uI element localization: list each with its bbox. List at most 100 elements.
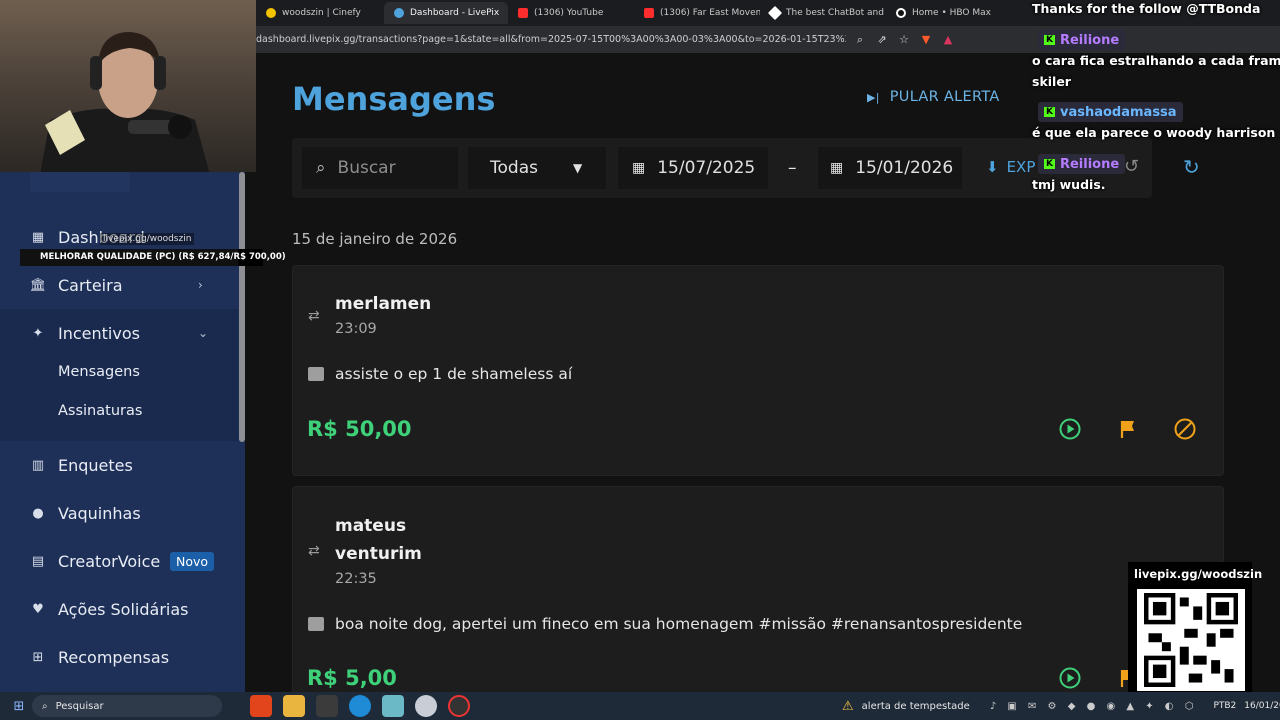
chat-follow-alert: Thanks for the follow @TTBonda [1032,1,1261,16]
livepix-qr-overlay: livepix.gg/woodszin [1128,562,1262,694]
sidebar-item-label: Recompensas [58,647,170,667]
bookmark-icon[interactable]: ☆ [896,32,912,48]
kick-badge-icon: K [1044,159,1055,169]
donor-name-cont: venturim [335,544,422,564]
browser-tab[interactable]: (1306) YouTube [508,2,634,24]
brave-shield-icon[interactable]: ▼ [918,32,934,48]
sidebar-item-label: Vaquinhas [58,503,141,523]
youtube-favicon-icon [518,8,528,18]
transaction-time: 22:35 [335,571,377,587]
date-from-field[interactable]: ▦ 15/07/2025 [618,147,768,189]
report-button[interactable] [1117,418,1139,440]
chevron-down-icon: ⌄ [198,326,209,340]
language-indicator[interactable]: PTB2 [1213,701,1236,711]
chat-username-badge: K vashaodamassa [1038,102,1183,122]
replay-button[interactable] [1059,667,1081,689]
sidebar-item-carteira[interactable]: 🏛 Carteira › [0,261,238,309]
date-to-value: 15/01/2026 [855,158,954,178]
sidebar-item-creatorvoice[interactable]: ▤ CreatorVoice Novo [0,537,238,585]
quality-goal-bar: MELHORAR QUALIDADE (PC) (R$ 627,84/R$ 70… [20,249,286,266]
browser-tab-active[interactable]: Dashboard - LivePix ✕ [384,2,508,24]
skip-alert-button[interactable]: ▶| PULAR ALERTA [867,89,1000,105]
browser-tab[interactable]: The best ChatBot and Wid [760,2,886,24]
weather-label[interactable]: alerta de tempestade [862,701,970,712]
block-button[interactable] [1174,418,1196,440]
app-taskbar-icon[interactable] [382,695,404,717]
qr-label: livepix.gg/woodszin [1134,567,1263,581]
sidebar-scrollbar[interactable] [239,172,245,442]
date-from-value: 15/07/2025 [657,158,756,178]
browser-tab[interactable]: Home • HBO Max [886,2,1012,24]
zoom-icon[interactable]: ⌕ [852,32,868,48]
sidebar-subitem-assinaturas[interactable]: Assinaturas [58,403,142,419]
chat-username-badge: K Reilione [1038,30,1126,50]
tab-label: (1306) YouTube [534,8,604,18]
chart-icon: ▦ [31,229,45,245]
new-badge: Novo [170,551,215,571]
sparkle-icon: ✦ [32,325,44,341]
hbo-favicon-icon [896,8,906,18]
webcam-overlay [0,0,256,172]
tab-label: Dashboard - LivePix [410,8,500,18]
search-input[interactable]: Buscar [338,158,396,178]
file-explorer-icon[interactable] [283,695,305,717]
livepix-favicon-icon [394,8,404,18]
system-tray: ⚠ alerta de tempestade ♪ ▣ ✉ ⚙ ◆ ● ◉ ▲ ✦… [842,699,1280,714]
sidebar-item-recompensas[interactable]: ⊞ Recompensas [0,633,238,681]
tab-label: (1306) Far East Movement [660,8,760,18]
tab-label: The best ChatBot and Wid [786,8,886,18]
edge-taskbar-icon[interactable] [349,695,371,717]
share-icon[interactable]: ⇗ [874,32,890,48]
search-field[interactable]: ⌕ Buscar [302,147,458,189]
youtube-favicon-icon [644,8,654,18]
transaction-amount: R$ 5,00 [307,666,397,690]
app-taskbar-icon[interactable] [415,695,437,717]
url-text[interactable]: dashboard.livepix.gg/transactions?page=1… [256,34,846,45]
cinefy-favicon-icon [266,8,276,18]
skip-next-icon: ▶| [867,90,880,104]
swap-icon: ⇄ [308,543,320,559]
taskbar-search-label: Pesquisar [55,700,104,712]
transaction-message: boa noite dog, apertei um fineco em sua … [335,615,1023,633]
browser-tab[interactable]: woodszin | Cinefy [256,2,384,24]
brave-rewards-icon[interactable]: ▲ [940,32,956,48]
piggy-icon: ● [32,505,44,521]
livepix-overlay-tag: livepix.gg/woodszin [100,233,195,245]
kick-badge-icon: K [1044,35,1055,45]
obs-taskbar-icon[interactable] [448,695,470,717]
sidebar-item-incentivos[interactable]: ✦ Incentivos ⌄ [0,309,238,357]
sidebar-item-acoes-solidarias[interactable]: ♥ Ações Solidárias [0,585,238,633]
date-to-field[interactable]: ▦ 15/01/2026 [818,147,962,189]
play-circle-icon [1059,667,1081,689]
filter-toolbar: ⌕ Buscar Todas ▼ ▦ 15/07/2025 – ▦ 15/01/… [292,138,1152,198]
replay-button[interactable] [1059,418,1081,440]
transaction-card: ⇄ mateus venturim 22:35 boa noite dog, a… [292,486,1224,692]
tray-icons[interactable]: ♪ ▣ ✉ ⚙ ◆ ● ◉ ▲ ✦ ◐ ⬡ [990,701,1198,712]
taskbar-date[interactable]: 16/01/2026 [1244,701,1280,711]
brave-taskbar-icon[interactable] [250,695,272,717]
sidebar-item-label: Enquetes [58,455,133,475]
state-filter-select[interactable]: Todas ▼ [468,147,606,189]
flag-icon [1120,421,1134,438]
bank-icon: 🏛 [29,277,47,293]
quality-goal-label: MELHORAR QUALIDADE (PC) (R$ 627,84/R$ 70… [40,252,286,262]
sidebar-item-vaquinhas[interactable]: ● Vaquinhas [0,489,238,537]
calendar-icon: ▦ [830,160,844,176]
app-taskbar-icon[interactable] [316,695,338,717]
heart-hand-icon: ♥ [32,601,44,617]
donor-name: merlamen [335,294,432,314]
windows-start-icon[interactable]: ⊞ [6,699,32,714]
search-icon: ⌕ [316,158,326,178]
transaction-time: 23:09 [335,321,377,337]
chat-username: Reilione [1059,32,1120,48]
chevron-right-icon: › [198,278,203,292]
browser-tab[interactable]: (1306) Far East Movement [634,2,760,24]
taskbar-search[interactable]: ⌕ Pesquisar [32,695,222,717]
search-icon: ⌕ [42,700,48,712]
sidebar-subitem-mensagens[interactable]: Mensagens [58,364,140,380]
tab-label: Home • HBO Max [912,8,991,18]
chat-username-badge: K Reilione [1038,154,1126,174]
block-icon [1174,418,1196,440]
sidebar-item-enquetes[interactable]: ▥ Enquetes [0,441,238,489]
chat-username: vashaodamassa [1059,104,1177,120]
